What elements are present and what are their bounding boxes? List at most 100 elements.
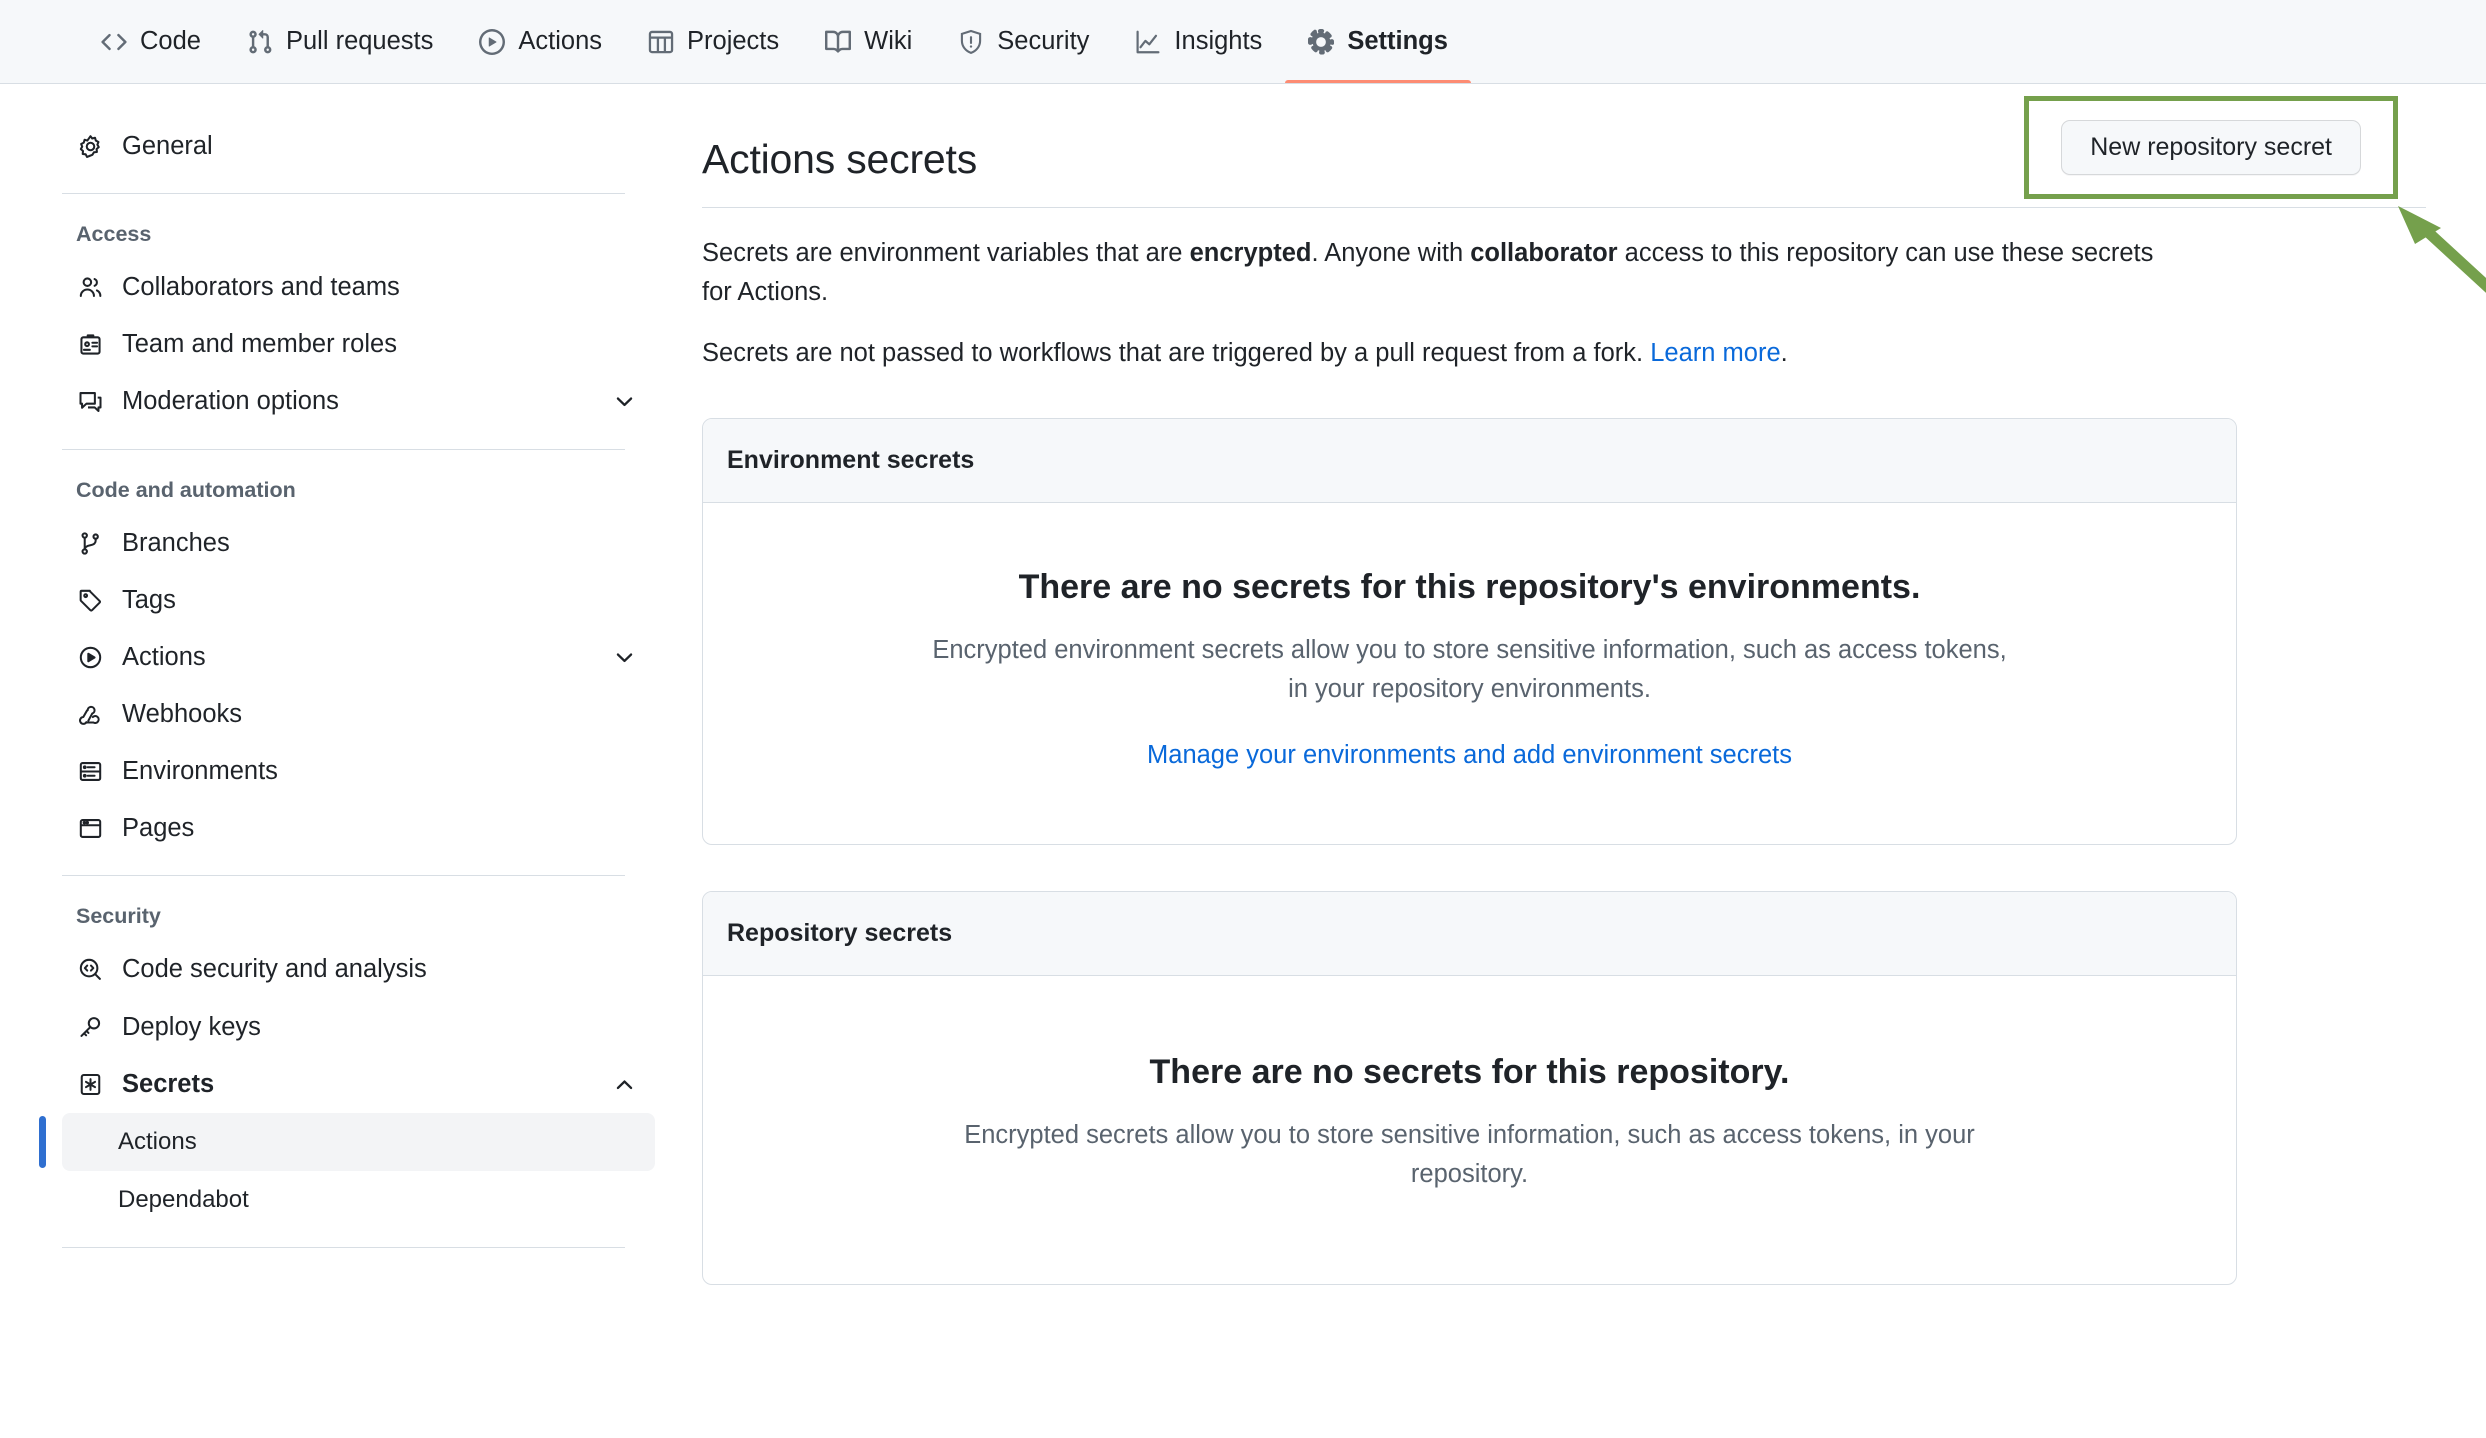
sidebar-subitem-actions[interactable]: Actions	[39, 1112, 655, 1171]
sidebar-divider	[62, 1246, 625, 1248]
settings-sidebar: General Access Collaborators and teams T…	[0, 110, 660, 1266]
sidebar-item-webhooks-label: Webhooks	[122, 699, 243, 728]
page-header: Actions secrets New repository secret	[702, 96, 2486, 293]
tab-actions-label: Actions	[518, 27, 603, 55]
sidebar-item-general-label: General	[122, 132, 213, 160]
page-body: General Access Collaborators and teams T…	[0, 84, 2486, 1285]
sidebar-item-branches[interactable]: Branches	[62, 515, 655, 572]
git-pull-request-icon	[247, 29, 273, 55]
sidebar-item-code-security-label: Code security and analysis	[122, 955, 427, 984]
secrets-description-2: Secrets are not passed to workflows that…	[702, 334, 2172, 373]
people-icon	[76, 275, 104, 300]
new-repository-secret-button[interactable]: New repository secret	[2061, 120, 2361, 175]
desc1-bold-encrypted: encrypted	[1189, 239, 1312, 267]
sidebar-subitem-dependabot[interactable]: Dependabot	[62, 1171, 655, 1229]
sidebar-item-team-roles-label: Team and member roles	[122, 330, 397, 359]
tab-pull-requests-label: Pull requests	[285, 27, 434, 55]
sidebar-item-collaborators-label: Collaborators and teams	[122, 273, 400, 302]
tab-settings-label: Settings	[1347, 27, 1448, 55]
shield-alert-icon	[958, 29, 984, 55]
webhook-icon	[76, 702, 104, 727]
desc2-text: Secrets are not passed to workflows that…	[702, 338, 1651, 367]
environment-secrets-card: Environment secrets There are no secrets…	[702, 418, 2237, 845]
repository-secrets-empty-subtitle: Encrypted secrets allow you to store sen…	[964, 1121, 1975, 1188]
sidebar-item-secrets-label: Secrets	[122, 1069, 215, 1098]
graph-icon	[1135, 29, 1161, 55]
sidebar-item-pages-label: Pages	[122, 814, 195, 843]
tab-projects-label: Projects	[687, 27, 780, 55]
repository-secrets-card-header: Repository secrets	[703, 891, 2236, 976]
main-content: Actions secrets New repository secret Se…	[660, 96, 2486, 1285]
manage-environments-link[interactable]: Manage your environments and add environ…	[743, 741, 2196, 770]
sidebar-divider	[62, 448, 625, 450]
environment-secrets-card-body: There are no secrets for this repository…	[703, 503, 2236, 844]
sidebar-item-moderation-label: Moderation options	[122, 387, 339, 416]
page-title: Actions secrets	[702, 136, 977, 182]
sidebar-item-actions-label: Actions	[122, 642, 206, 671]
sidebar-item-tags-label: Tags	[122, 585, 176, 614]
git-branch-icon	[76, 531, 104, 556]
browser-icon	[76, 816, 104, 841]
environment-secrets-empty-subtitle: Encrypted environment secrets allow you …	[932, 636, 2007, 704]
sidebar-group-security: Security	[76, 904, 161, 929]
sidebar-group-access: Access	[76, 222, 152, 247]
asterisk-key-icon	[76, 1072, 104, 1097]
sidebar-item-tags[interactable]: Tags	[62, 572, 655, 629]
tab-pull-requests[interactable]: Pull requests	[224, 0, 456, 83]
id-badge-icon	[76, 332, 104, 357]
sidebar-item-webhooks[interactable]: Webhooks	[62, 686, 655, 743]
sidebar-item-pages[interactable]: Pages	[62, 800, 655, 857]
sidebar-item-secrets[interactable]: Secrets	[62, 1056, 655, 1113]
code-icon	[101, 29, 127, 55]
gear-icon	[1308, 28, 1335, 55]
repository-secrets-card-body: There are no secrets for this repository…	[703, 976, 2236, 1284]
tab-security[interactable]: Security	[935, 0, 1112, 83]
tab-insights-label: Insights	[1174, 27, 1263, 55]
sidebar-divider	[62, 875, 625, 877]
sidebar-item-actions[interactable]: Actions	[62, 629, 655, 686]
sidebar-item-deploy-keys-label: Deploy keys	[122, 1012, 261, 1041]
tab-security-label: Security	[997, 27, 1090, 55]
server-icon	[76, 759, 104, 784]
annotation-arrow-icon	[2398, 206, 2486, 293]
annotation-highlight-box: New repository secret	[2024, 96, 2398, 199]
sidebar-item-general[interactable]: General	[62, 118, 655, 175]
repository-secrets-empty-title: There are no secrets for this repository…	[1149, 1052, 1790, 1091]
tab-settings[interactable]: Settings	[1285, 0, 1471, 83]
sidebar-item-collaborators-and-teams[interactable]: Collaborators and teams	[62, 259, 655, 316]
sidebar-item-moderation-options[interactable]: Moderation options	[62, 373, 655, 430]
environment-secrets-card-header: Environment secrets	[703, 419, 2236, 504]
play-circle-icon	[76, 645, 104, 670]
tab-code[interactable]: Code	[78, 0, 224, 83]
chevron-up-icon[interactable]	[612, 1072, 637, 1097]
tab-projects[interactable]: Projects	[625, 0, 802, 83]
gear-icon	[76, 134, 104, 159]
chevron-down-icon[interactable]	[612, 645, 637, 670]
sidebar-item-environments[interactable]: Environments	[62, 743, 655, 800]
sidebar-divider	[62, 193, 625, 195]
tab-wiki-label: Wiki	[864, 27, 913, 55]
desc2-suffix: .	[1780, 338, 1788, 367]
desc1-part1: Secrets are environment variables that a…	[702, 239, 1190, 267]
learn-more-link[interactable]: Learn more	[1650, 339, 1780, 367]
tab-wiki[interactable]: Wiki	[802, 0, 935, 83]
chevron-down-icon[interactable]	[612, 389, 637, 414]
table-icon	[648, 29, 674, 55]
sidebar-item-team-and-member-roles[interactable]: Team and member roles	[62, 316, 655, 373]
sidebar-item-branches-label: Branches	[122, 528, 230, 557]
tab-code-label: Code	[140, 27, 201, 55]
environment-secrets-empty-title: There are no secrets for this repository…	[1018, 568, 1921, 607]
book-icon	[825, 29, 852, 55]
tab-actions[interactable]: Actions	[456, 0, 625, 83]
codescan-icon	[76, 957, 104, 982]
sidebar-item-deploy-keys[interactable]: Deploy keys	[62, 999, 655, 1056]
sidebar-item-code-security-and-analysis[interactable]: Code security and analysis	[62, 941, 655, 998]
tag-icon	[76, 588, 104, 613]
repo-nav: Code Pull requests Actions Projects Wiki…	[0, 0, 2486, 84]
desc1-bold-collaborator: collaborator	[1470, 239, 1618, 267]
sidebar-group-code-and-automation: Code and automation	[76, 477, 296, 502]
desc1-part2: . Anyone with	[1311, 239, 1471, 267]
repository-secrets-card: Repository secrets There are no secrets …	[702, 890, 2237, 1285]
play-circle-icon	[479, 28, 506, 55]
tab-insights[interactable]: Insights	[1112, 0, 1285, 83]
